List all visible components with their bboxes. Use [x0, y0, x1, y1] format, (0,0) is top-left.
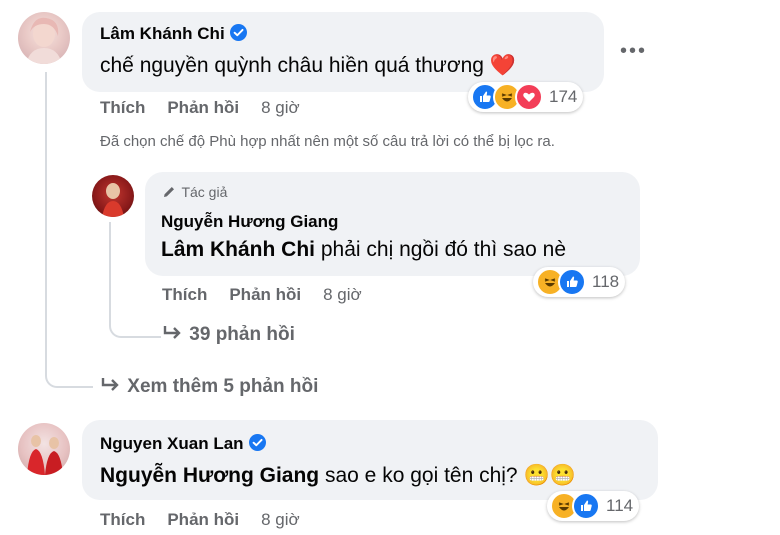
timestamp[interactable]: 8 giờ: [323, 285, 362, 304]
more-replies-label: Xem thêm 5 phản hồi: [127, 376, 319, 397]
comment-author[interactable]: Nguyen Xuan Lan: [100, 434, 244, 453]
like-button[interactable]: Thích: [162, 285, 207, 304]
timestamp[interactable]: 8 giờ: [261, 98, 300, 117]
comment-bubble: Tác giả Nguyễn Hương Giang Lâm Khánh Chi…: [145, 172, 640, 276]
timestamp[interactable]: 8 giờ: [261, 510, 300, 529]
reply-arrow-icon: [163, 326, 181, 339]
reply-button[interactable]: Phản hồi: [229, 285, 301, 304]
avatar-image: [26, 17, 62, 64]
thread-curve-nested: [109, 310, 161, 338]
reaction-summary[interactable]: 174: [468, 82, 584, 112]
avatar[interactable]: [92, 175, 134, 217]
more-options-icon[interactable]: •••: [620, 40, 647, 63]
reaction-count: 118: [592, 272, 620, 291]
comment-actions: Thích Phản hồi 8 giờ: [162, 285, 384, 305]
comment-actions: Thích Phản hồi 8 giờ: [100, 98, 322, 118]
like-icon: [558, 268, 586, 296]
thread-line-main: [45, 72, 47, 372]
pencil-icon: [164, 187, 174, 197]
comment-actions: Thích Phản hồi 8 giờ: [100, 510, 322, 530]
filter-notice: Đã chọn chế độ Phù hợp nhất nên một số c…: [100, 133, 555, 150]
avatar-image: [102, 183, 124, 217]
thread-curve-more: [45, 360, 93, 388]
like-button[interactable]: Thích: [100, 98, 145, 117]
thread-line-nested: [109, 222, 111, 314]
comment-bubble: Nguyen Xuan Lan Nguyễn Hương Giang sao e…: [82, 420, 658, 500]
like-icon: [572, 492, 600, 520]
comment-text: Lâm Khánh Chi phải chị ngồi đó thì sao n…: [161, 238, 566, 262]
mention-link[interactable]: Lâm Khánh Chi: [161, 238, 315, 261]
author-badge: Tác giả: [181, 184, 228, 200]
verified-badge-icon: [248, 434, 266, 451]
view-more-replies-link[interactable]: Xem thêm 5 phản hồi: [100, 376, 318, 398]
comment-author[interactable]: Nguyễn Hương Giang: [161, 212, 338, 232]
verified-badge-icon: [229, 24, 247, 41]
comment-text-body: sao e ko gọi tên chị? 😬😬: [324, 464, 576, 487]
mention-link[interactable]: Nguyễn Hương Giang: [100, 464, 319, 487]
comment-bubble: Lâm Khánh Chi chế nguyền quỳnh châu hiền…: [82, 12, 604, 92]
comment-text: Nguyễn Hương Giang sao e ko gọi tên chị?…: [100, 464, 576, 488]
avatar-image: [27, 435, 63, 475]
reply-arrow-icon: [101, 378, 119, 391]
comment-author[interactable]: Lâm Khánh Chi: [100, 24, 225, 43]
comment-text-body: phải chị ngồi đó thì sao nè: [320, 238, 567, 261]
reaction-summary[interactable]: 118: [533, 267, 626, 297]
avatar[interactable]: [18, 12, 70, 64]
like-button[interactable]: Thích: [100, 510, 145, 529]
reaction-count: 114: [606, 496, 634, 515]
reaction-summary[interactable]: 114: [547, 491, 640, 521]
love-icon: [515, 83, 543, 111]
reaction-count: 174: [549, 87, 578, 106]
reply-button[interactable]: Phản hồi: [167, 510, 239, 529]
reply-button[interactable]: Phản hồi: [167, 98, 239, 117]
nested-replies-label: 39 phản hồi: [189, 324, 295, 345]
view-nested-replies-link[interactable]: 39 phản hồi: [162, 324, 295, 346]
comment-text: chế nguyền quỳnh châu hiền quá thương ❤️: [100, 54, 516, 77]
avatar[interactable]: [18, 423, 70, 475]
